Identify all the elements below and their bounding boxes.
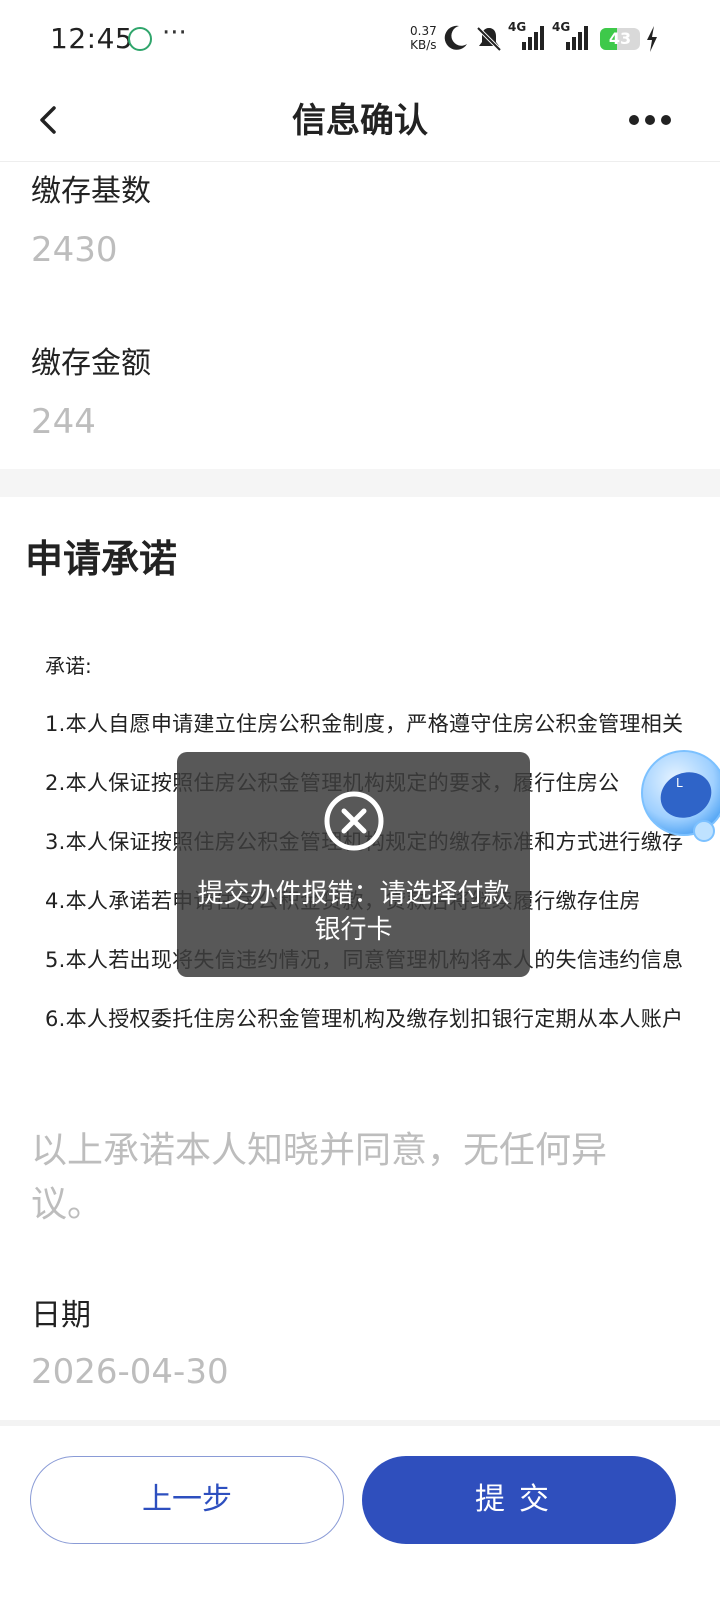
promise-head: 承诺:	[45, 654, 92, 678]
mute-icon	[476, 26, 502, 52]
more-icon[interactable]	[626, 110, 674, 130]
svg-text:L: L	[676, 776, 683, 790]
amount-value: 244	[31, 402, 96, 442]
status-time: 12:45	[50, 22, 134, 55]
charging-icon	[647, 26, 657, 52]
status-bar: 12:45 ··· 0.37 KB/s 4G 4G 43	[0, 0, 720, 80]
base-value: 2430	[31, 230, 118, 270]
section-divider	[0, 469, 720, 497]
section-title: 申请承诺	[25, 537, 178, 581]
promise-line: 6.本人授权委托住房公积金管理机构及缴存划扣银行定期从本人账户	[45, 1007, 684, 1031]
net-speed-value: 0.37	[410, 24, 437, 38]
net-speed-unit: KB/s	[410, 38, 437, 52]
assistant-float-icon[interactable]: L	[634, 745, 720, 845]
net-speed: 0.37 KB/s	[410, 24, 437, 52]
back-icon[interactable]	[30, 100, 66, 140]
error-toast: 提交办件报错：请选择付款银行卡	[177, 752, 530, 977]
agree-statement: 以上承诺本人知晓并同意，无任何异议。	[31, 1130, 608, 1225]
nav-bar: 信息确认	[0, 80, 720, 162]
promise-line: 1.本人自愿申请建立住房公积金制度，严格遵守住房公积金管理相关	[45, 712, 684, 736]
bottom-bar: 上一步 提交	[0, 1420, 720, 1600]
toast-message: 提交办件报错：请选择付款银行卡	[197, 879, 510, 945]
battery-icon: 43	[600, 28, 640, 50]
submit-button[interactable]: 提交	[362, 1456, 676, 1544]
date-value[interactable]: 2026-04-30	[31, 1352, 229, 1392]
more-notifications-icon: ···	[162, 18, 187, 48]
base-label: 缴存基数	[31, 174, 151, 209]
moon-icon	[444, 25, 467, 50]
prev-step-button[interactable]: 上一步	[30, 1456, 344, 1544]
page-title: 信息确认	[292, 101, 428, 141]
error-circle-icon	[324, 791, 384, 851]
amount-label: 缴存金额	[31, 346, 151, 381]
app-notification-icon	[128, 27, 152, 51]
date-label: 日期	[31, 1298, 91, 1333]
battery-level: 43	[608, 29, 632, 48]
